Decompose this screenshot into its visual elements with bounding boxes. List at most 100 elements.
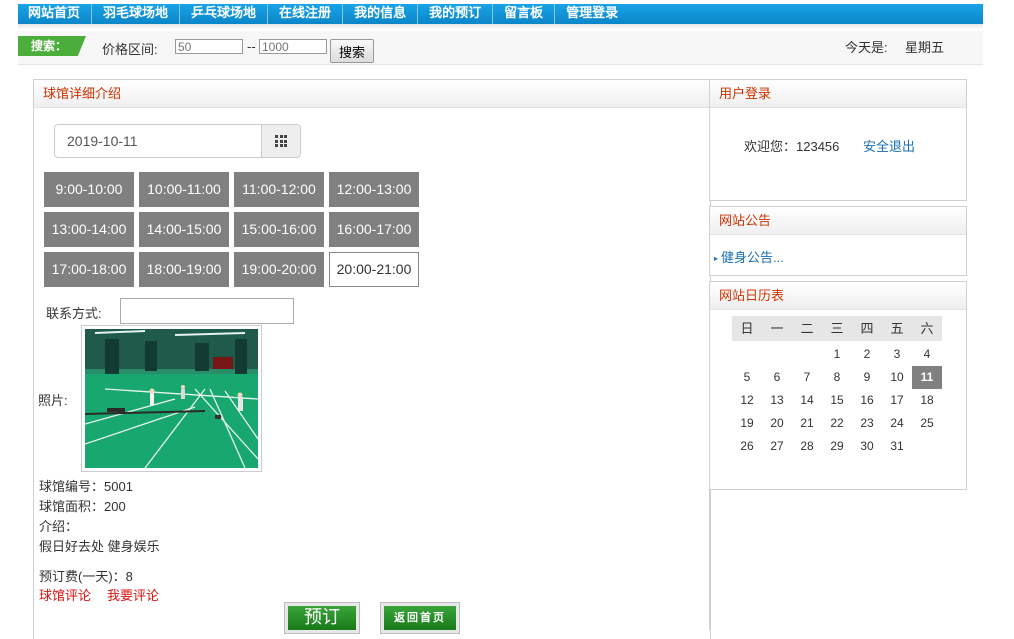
weekday: 二 (800, 321, 814, 336)
notice-item[interactable]: ▸ 健身公告... (714, 247, 784, 266)
court-illustration (85, 329, 258, 468)
photo-label: 照片: (38, 393, 68, 408)
calendar-day[interactable]: 16 (852, 389, 882, 412)
calendar-day[interactable]: 23 (852, 412, 882, 435)
calendar-day[interactable]: 15 (822, 389, 852, 412)
calendar-grid-button[interactable] (261, 125, 300, 157)
price-range-label: 价格区间: (102, 42, 158, 57)
time-slot[interactable]: 13:00-14:00 (44, 212, 134, 247)
nav-admin-login[interactable]: 管理登录 (555, 4, 629, 24)
time-slot[interactable]: 9:00-10:00 (44, 172, 134, 207)
venue-area: 球馆面积：200 (39, 499, 126, 514)
calendar-empty-cell (732, 343, 762, 366)
column-divider (709, 490, 710, 630)
time-slot[interactable]: 15:00-16:00 (234, 212, 324, 247)
venue-photo (81, 325, 262, 472)
logout-link[interactable]: 安全退出 (863, 136, 915, 155)
today-weekday: 星期五 (905, 40, 945, 55)
venue-detail-panel: 球馆详细介绍 2019-10-11 9:00-10:00 10:00-11:00… (33, 79, 711, 639)
weekday: 五 (890, 321, 904, 336)
calendar-day[interactable]: 4 (912, 343, 942, 366)
notice-title: 网站公告 (710, 207, 966, 235)
time-slot-available[interactable]: 20:00-21:00 (329, 252, 419, 287)
contact-label: 联系方式: (46, 306, 102, 321)
today-label: 今天是: (845, 40, 888, 55)
calendar-day[interactable]: 19 (732, 412, 762, 435)
weekday: 四 (860, 321, 874, 336)
price-dash: -- (247, 39, 256, 54)
calendar-day[interactable]: 2 (852, 343, 882, 366)
notice-item-text: 健身公告... (721, 250, 784, 265)
calendar-day[interactable]: 17 (882, 389, 912, 412)
calendar-day[interactable]: 9 (852, 366, 882, 389)
max-price-input[interactable] (259, 39, 327, 54)
nav-home[interactable]: 网站首页 (18, 4, 93, 24)
calendar-day[interactable]: 21 (792, 412, 822, 435)
time-slot[interactable]: 11:00-12:00 (234, 172, 324, 207)
calendar-day[interactable]: 10 (882, 366, 912, 389)
grid-icon (275, 135, 287, 147)
search-button[interactable]: 搜索 (330, 39, 374, 63)
calendar-day[interactable]: 28 (792, 435, 822, 458)
calendar-day[interactable]: 6 (762, 366, 792, 389)
time-slot[interactable]: 18:00-19:00 (139, 252, 229, 287)
nav-pingpong[interactable]: 乒乓球场地 (180, 4, 269, 24)
intro-text: 假日好去处 健身娱乐 (39, 539, 160, 554)
nav-my-info[interactable]: 我的信息 (343, 4, 419, 24)
weekday: 三 (830, 321, 844, 336)
site-notice-panel: 网站公告 ▸ 健身公告... (709, 206, 967, 276)
calendar-day[interactable]: 13 (762, 389, 792, 412)
calendar-day[interactable]: 22 (822, 412, 852, 435)
booking-fee: 预订费(一天)：8 (39, 569, 133, 584)
date-picker[interactable]: 2019-10-11 (54, 124, 301, 158)
calendar-empty-cell (792, 343, 822, 366)
calendar-day[interactable]: 8 (822, 366, 852, 389)
calendar-day[interactable]: 20 (762, 412, 792, 435)
calendar-day[interactable]: 24 (882, 412, 912, 435)
calendar-days: 1 2 3 4 5 6 7 8 9 10 11 12 13 14 15 16 17 18 19 20 21 22 23 24 2… (732, 343, 942, 458)
calendar-day[interactable]: 27 (762, 435, 792, 458)
book-button[interactable]: 预订 (284, 602, 360, 634)
panel-title: 球馆详细介绍 (34, 80, 710, 108)
min-price-input[interactable] (175, 39, 243, 54)
calendar-day[interactable]: 7 (792, 366, 822, 389)
search-tag: 搜索： (18, 36, 86, 56)
user-login-panel: 用户登录 欢迎您：123456 安全退出 (709, 79, 967, 201)
calendar-day[interactable]: 14 (792, 389, 822, 412)
nav-shadow (18, 24, 983, 30)
nav-my-bookings[interactable]: 我的预订 (418, 4, 494, 24)
nav-message-board[interactable]: 留言板 (493, 4, 556, 24)
calendar-day[interactable]: 5 (732, 366, 762, 389)
weekday: 六 (920, 321, 934, 336)
time-slot[interactable]: 16:00-17:00 (329, 212, 419, 247)
calendar: 日 一 二 三 四 五 六 1 2 3 4 5 6 7 8 9 10 11 12 13 14 15 16 17 1… (732, 316, 942, 458)
weekday: 日 (740, 321, 754, 336)
calendar-day[interactable]: 26 (732, 435, 762, 458)
calendar-day[interactable]: 12 (732, 389, 762, 412)
time-slot[interactable]: 17:00-18:00 (44, 252, 134, 287)
time-slot[interactable]: 19:00-20:00 (234, 252, 324, 287)
nav-badminton[interactable]: 羽毛球场地 (92, 4, 181, 24)
calendar-day[interactable]: 25 (912, 412, 942, 435)
calendar-day-today[interactable]: 11 (912, 366, 942, 389)
date-value: 2019-10-11 (67, 133, 138, 149)
calendar-day[interactable]: 18 (912, 389, 942, 412)
calendar-day[interactable]: 30 (852, 435, 882, 458)
time-slot[interactable]: 14:00-15:00 (139, 212, 229, 247)
time-slot[interactable]: 12:00-13:00 (329, 172, 419, 207)
back-home-button[interactable]: 返回首页 (380, 602, 460, 634)
calendar-day[interactable]: 3 (882, 343, 912, 366)
venue-reviews-link[interactable]: 球馆评论 (39, 585, 91, 604)
contact-input[interactable] (120, 298, 294, 324)
court-image (85, 329, 258, 468)
bullet-icon: ▸ (714, 254, 719, 264)
calendar-weekday-header: 日 一 二 三 四 五 六 (732, 316, 942, 341)
venue-number: 球馆编号：5001 (39, 479, 133, 494)
calendar-day[interactable]: 29 (822, 435, 852, 458)
site-calendar-panel: 网站日历表 日 一 二 三 四 五 六 1 2 3 4 5 6 7 8 9 10 11 12 13 14 1… (709, 281, 967, 490)
time-slot[interactable]: 10:00-11:00 (139, 172, 229, 207)
write-review-link[interactable]: 我要评论 (107, 585, 159, 604)
calendar-day[interactable]: 1 (822, 343, 852, 366)
calendar-day[interactable]: 31 (882, 435, 912, 458)
nav-register[interactable]: 在线注册 (268, 4, 344, 24)
